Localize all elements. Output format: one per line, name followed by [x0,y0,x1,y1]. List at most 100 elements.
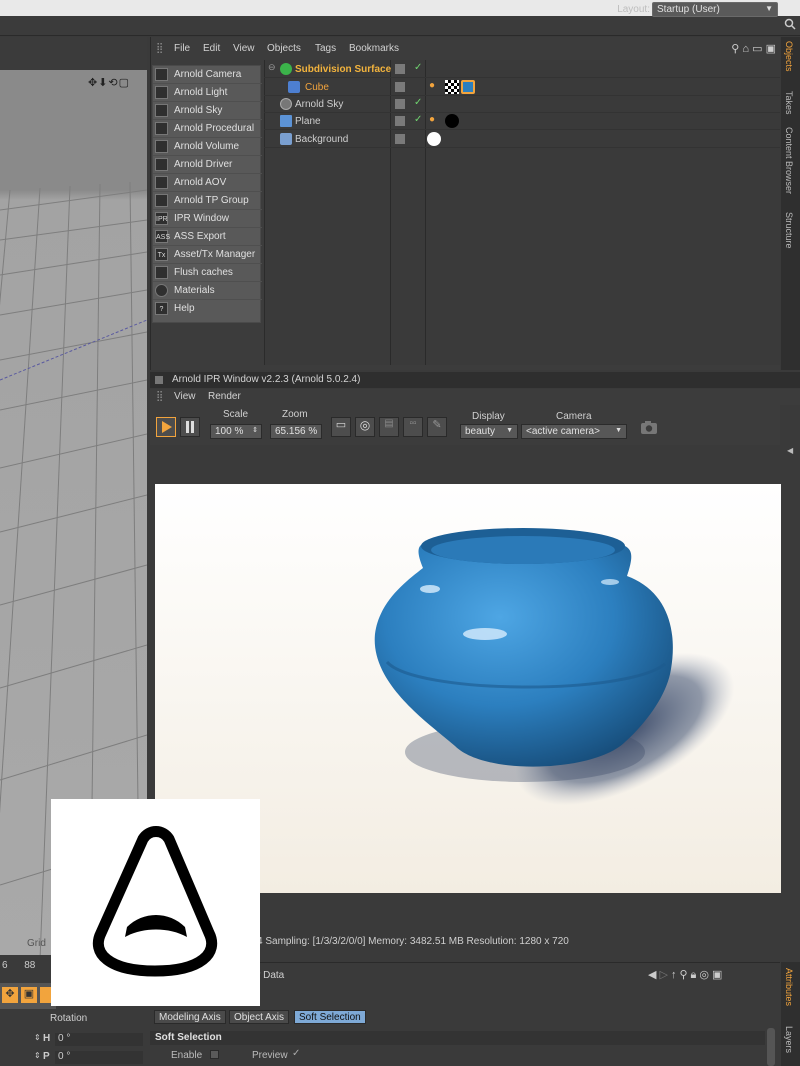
grip-icon[interactable]: ⣿ [156,391,163,402]
pause-icon [186,421,194,433]
sky-icon [280,98,292,110]
window-icon[interactable] [155,376,163,384]
rotation-h-row: ⇕ H 0 ° [0,1033,147,1047]
rotation-h-field[interactable]: 0 ° [55,1033,143,1046]
chevron-left-icon[interactable]: ◀ [787,446,793,455]
menu-bookmarks[interactable]: Bookmarks [349,43,399,54]
stepper-icon[interactable]: ⇕ [34,1033,41,1042]
menu-item-arnold-light[interactable]: Arnold Light [153,84,262,102]
collapse-icon[interactable]: ⊖ [268,62,276,73]
search-icon[interactable]: ⚲ [679,969,690,981]
menu-tags[interactable]: Tags [315,43,336,54]
expand-icon[interactable]: ▣ [712,969,725,981]
region-button[interactable]: ▤ [379,417,399,437]
tab-objects[interactable]: Objects [784,41,794,72]
scrollbar[interactable] [767,1028,775,1066]
menu-item-arnold-procedural[interactable]: Arnold Procedural [153,120,262,138]
tab-object-axis[interactable]: Object Axis [229,1010,290,1024]
stepper-icon[interactable]: ⇕ [34,1051,41,1060]
menu-item-ipr-window[interactable]: IPR IPR Window [153,210,262,228]
globe-button[interactable]: ◎ [355,417,375,437]
tab-layers[interactable]: Layers [784,1026,794,1053]
layer-flag-icon[interactable] [395,82,405,92]
tab-structure[interactable]: Structure [784,212,794,249]
material-tag-icon[interactable] [445,114,459,128]
layer-flag-icon[interactable] [395,134,405,144]
menu-edit[interactable]: Edit [203,43,220,54]
menu-view[interactable]: View [174,391,196,402]
back-arrow-icon[interactable]: ◀ [648,969,659,981]
uv-tag-icon[interactable] [445,80,459,94]
object-manager-tools[interactable]: ⚲ ⌂ ▭ ▣ [731,42,776,55]
settings-icon[interactable]: ◎ [699,969,712,981]
enabled-check-icon[interactable]: ✓ [414,114,422,125]
phong-tag-icon[interactable]: ● [429,114,443,128]
menu-file[interactable]: File [174,43,190,54]
expand-icon[interactable]: ▣ [766,43,776,55]
camera-select[interactable]: <active camera> ▼ [521,424,627,439]
compare-button[interactable]: ▫▫ [403,417,423,437]
material-tag-icon[interactable] [461,80,475,94]
enabled-check-icon[interactable]: ✓ [414,97,422,108]
menu-item-asset-tx-manager[interactable]: Tx Asset/Tx Manager [153,246,262,264]
home-icon[interactable]: ⌂ [742,43,749,55]
pause-button[interactable] [180,417,200,437]
display-select[interactable]: beauty ▼ [460,424,518,439]
snapshot-button[interactable] [640,419,658,435]
menu-objects[interactable]: Objects [267,43,301,54]
attribute-toolbar[interactable]: ◀▷↑⚲🔒︎◎▣ [648,968,725,982]
scale-stepper[interactable]: 100 % ⇕ [210,424,262,439]
timeline-numbers: 6 88 [2,960,36,971]
search-icon[interactable] [784,18,798,32]
scale-icon[interactable]: ▣ [21,987,37,1003]
menu-item-arnold-driver[interactable]: Arnold Driver [153,156,262,174]
menu-item-arnold-camera[interactable]: Arnold Camera [153,66,262,84]
menu-view[interactable]: View [233,43,255,54]
tab-soft-selection[interactable]: Soft Selection [294,1010,366,1024]
viewport-header [0,37,147,70]
enabled-check-icon[interactable]: ✓ [414,62,422,73]
object-name: Cube [305,82,329,93]
brush-button[interactable]: ✎ [427,417,447,437]
menu-item-arnold-aov[interactable]: Arnold AOV [153,174,262,192]
phong-tag-icon[interactable]: ● [429,80,443,94]
menu-item-materials[interactable]: Materials [153,282,262,300]
tab-attributes[interactable]: Attributes [784,968,794,1006]
object-row-background[interactable]: Background [264,131,780,148]
material-tag-icon[interactable] [427,132,441,146]
zoom-stepper[interactable]: 65.156 % [270,424,322,439]
menu-item-arnold-sky[interactable]: Arnold Sky [153,102,262,120]
object-row-plane[interactable]: Plane ✓ ● [264,113,780,130]
trash-icon [155,266,168,279]
layer-flag-icon[interactable] [395,116,405,126]
menu-item-help[interactable]: ? Help [153,300,262,318]
layer-flag-icon[interactable] [395,99,405,109]
object-row-cube[interactable]: Cube ● [264,79,780,96]
forward-arrow-icon[interactable]: ▷ [659,969,670,981]
tab-content-browser[interactable]: Content Browser [784,127,794,194]
stepper-icon: ⇕ [252,427,258,434]
menu-item-flush-caches[interactable]: Flush caches [153,264,262,282]
monitor-button[interactable]: ▭ [331,417,351,437]
search-icon[interactable]: ⚲ [731,43,739,55]
menu-render[interactable]: Render [208,391,241,402]
rotation-p-field[interactable]: 0 ° [55,1051,143,1064]
ass-icon: ASS [155,230,170,243]
move-icon[interactable]: ✥ [2,987,18,1003]
tab-modeling-axis[interactable]: Modeling Axis [154,1010,226,1024]
play-button[interactable] [156,417,176,437]
object-row-arnold-sky[interactable]: Arnold Sky ✓ [264,96,780,113]
tab-takes[interactable]: Takes [784,91,794,115]
object-row-subdivision-surface[interactable]: ⊖ Subdivision Surface ✓ [264,61,780,78]
layout-select[interactable]: Startup (User) ▼ [652,2,778,17]
menu-item-ass-export[interactable]: ASS ASS Export [153,228,262,246]
menu-item-arnold-volume[interactable]: Arnold Volume [153,138,262,156]
menu-item-arnold-tp-group[interactable]: Arnold TP Group [153,192,262,210]
viewport-nav-icons[interactable]: ✥⬇⟲▢ [88,76,130,89]
enable-checkbox[interactable] [210,1050,219,1059]
preview-checkbox[interactable]: ✓ [292,1048,300,1059]
minimize-icon[interactable]: ▭ [752,43,762,55]
layer-flag-icon[interactable] [395,64,405,74]
ipr-status-line: 4 Sampling: [1/3/3/2/0/0] Memory: 3482.5… [257,936,569,947]
grip-icon[interactable]: ⣿ [156,43,163,54]
